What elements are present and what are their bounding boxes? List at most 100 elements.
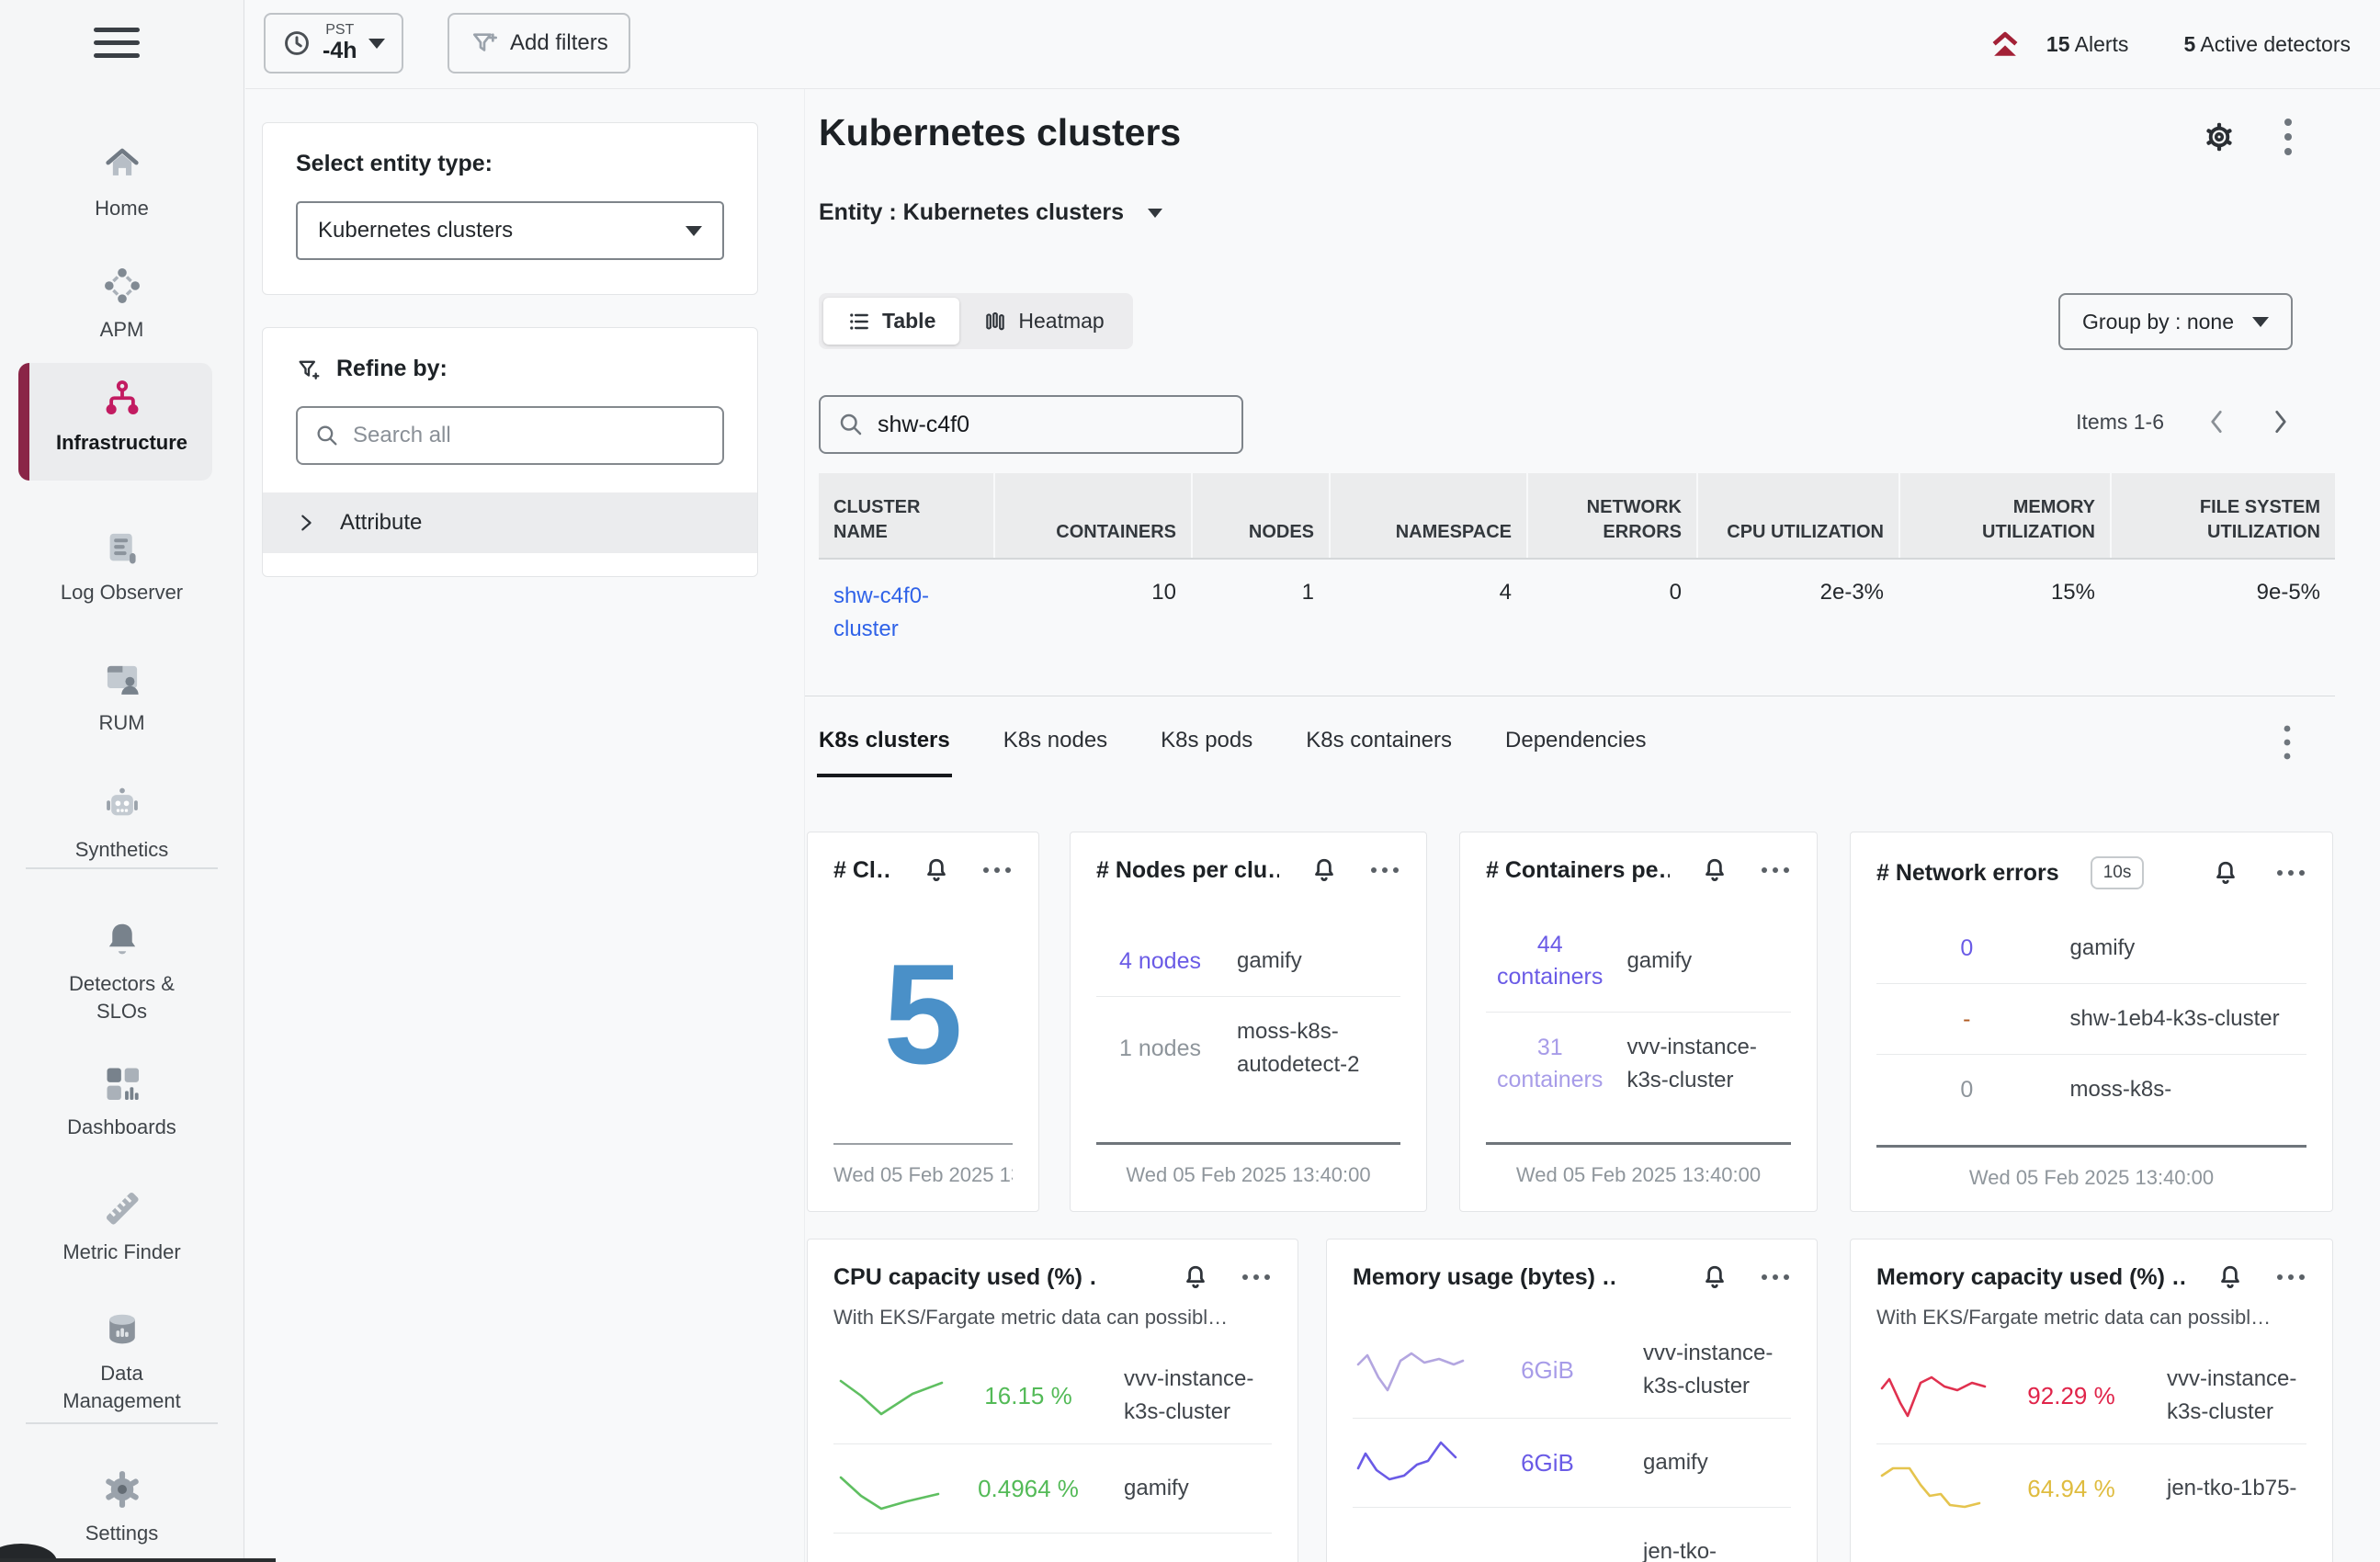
table-view-toggle[interactable]: Table [823, 298, 959, 345]
ellipsis-menu-icon[interactable] [981, 862, 1013, 878]
bell-icon[interactable] [2216, 1263, 2244, 1291]
ellipsis-menu-icon[interactable] [2275, 1269, 2306, 1285]
heatmap-view-toggle[interactable]: Heatmap [959, 298, 1128, 345]
detectors-number: 5 [2183, 32, 2195, 56]
table-toggle-label: Table [882, 309, 935, 334]
ellipsis-menu-icon[interactable] [1241, 1269, 1272, 1285]
column-header[interactable]: NODES [1191, 473, 1329, 558]
sidebar-item-label: Log Observer [61, 579, 183, 606]
cluster-search-input[interactable] [878, 412, 1225, 438]
sidebar-item-rum[interactable]: RUM [0, 643, 244, 750]
chevron-right-icon[interactable] [2269, 406, 2293, 437]
metric-value: 1 nodes [1096, 1033, 1224, 1065]
time-picker-button[interactable]: PST -4h [264, 13, 403, 74]
tab-k8s-nodes[interactable]: K8s nodes [1003, 728, 1107, 777]
sparkline [833, 1459, 951, 1518]
metric-value-link[interactable]: 4 nodes [1096, 945, 1224, 978]
sparkline-row [833, 1533, 1272, 1562]
group-by-select[interactable]: Group by : none [2058, 293, 2293, 350]
refine-search-input[interactable] [353, 423, 706, 448]
card-timestamp: Wed 05 Feb 2025 13:40:00 [833, 1145, 1013, 1187]
nodes-cell: 1 [1191, 560, 1329, 666]
column-header[interactable]: NAMESPACE [1329, 473, 1526, 558]
metric-value-link[interactable]: 6GiB [1470, 1356, 1625, 1385]
hamburger-menu-icon[interactable] [94, 28, 140, 66]
sparkline-row: 64.94 % jen-tko-1b75- [1876, 1443, 2306, 1533]
add-filters-button[interactable]: Add filters [448, 13, 630, 74]
tab-k8s-clusters[interactable]: K8s clusters [819, 728, 950, 777]
column-header[interactable]: NETWORK ERRORS [1526, 473, 1696, 558]
metric-value: - [1876, 1003, 2057, 1036]
column-header[interactable]: FILE SYSTEM UTILIZATION [2110, 473, 2335, 558]
sidebar-item-log-observer[interactable]: Log Observer [0, 513, 244, 619]
sparkline [1876, 1366, 1994, 1425]
cluster-count-value: 5 [833, 884, 1013, 1143]
active-detectors-count[interactable]: 5 Active detectors [2183, 32, 2351, 57]
sidebar-item-apm[interactable]: APM [0, 250, 244, 357]
ellipsis-menu-icon[interactable] [2275, 865, 2306, 881]
ellipsis-menu-icon[interactable] [1760, 1269, 1791, 1285]
attribute-expander[interactable]: Attribute [263, 492, 757, 553]
column-header[interactable]: CLUSTER NAME [819, 473, 993, 558]
sidebar-item-synthetics[interactable]: Synthetics [0, 770, 244, 877]
gear-icon[interactable] [2203, 120, 2236, 153]
tabs-kebab-menu-icon[interactable] [2284, 724, 2291, 765]
caret-down-icon [368, 39, 385, 49]
timezone-label: PST [325, 22, 354, 38]
bell-icon[interactable] [1182, 1263, 1209, 1291]
cluster-search [819, 395, 1243, 454]
bell-icon[interactable] [2212, 859, 2239, 887]
data-management-icon [0, 1308, 244, 1353]
chevron-left-icon[interactable] [2204, 406, 2228, 437]
metric-value-link[interactable]: 31 containers [1486, 1032, 1614, 1096]
sidebar-item-home[interactable]: Home [0, 129, 244, 235]
topbar: PST -4h Add filters 15 Alerts 5 Active d… [245, 0, 2380, 89]
metric-value-link[interactable]: 6GiB [1470, 1449, 1625, 1477]
entity-type-select[interactable]: Kubernetes clusters [296, 201, 724, 260]
sparkline-row: 6GiB gamify [1353, 1418, 1791, 1507]
sparkline [833, 1366, 951, 1425]
sidebar-item-settings[interactable]: Settings [0, 1454, 244, 1560]
ellipsis-menu-icon[interactable] [1760, 862, 1791, 878]
column-header[interactable]: MEMORY UTILIZATION [1898, 473, 2110, 558]
sidebar-item-label: APM [100, 316, 144, 344]
alerts-count[interactable]: 15 Alerts [2046, 32, 2129, 57]
entity-selector[interactable]: Entity : Kubernetes clusters [819, 199, 1162, 226]
sidebar-item-data-management[interactable]: Data Management [0, 1294, 244, 1427]
entity-selector-label: Entity : Kubernetes clusters [819, 199, 1124, 226]
sidebar-item-label: Dashboards [67, 1114, 176, 1141]
heatmap-toggle-label: Heatmap [1018, 309, 1104, 334]
metric-value-link[interactable]: 44 containers [1486, 929, 1614, 993]
sidebar-item-detectors-slos[interactable]: Detectors & SLOs [0, 904, 244, 1037]
ellipsis-menu-icon[interactable] [1369, 862, 1400, 878]
sidebar-item-metric-finder[interactable]: Metric Finder [0, 1172, 244, 1279]
alert-severity-icon[interactable] [1988, 28, 2023, 62]
column-header[interactable]: CPU UTILIZATION [1696, 473, 1898, 558]
metric-row: 1 nodes moss-k8s-autodetect-2 [1096, 996, 1400, 1100]
bell-icon[interactable] [1701, 856, 1728, 884]
namespace-cell: 4 [1329, 560, 1526, 666]
cluster-name-link[interactable]: shw-c4f0-cluster [833, 580, 955, 646]
bell-icon[interactable] [923, 856, 950, 884]
entity-type-value: Kubernetes clusters [318, 218, 513, 243]
memory-utilization-cell: 15% [1898, 560, 2110, 666]
detail-tabs-block: K8s clusters K8s nodes K8s pods K8s cont… [805, 696, 2335, 777]
metric-row: 0 moss-k8s- [1876, 1054, 2306, 1125]
tab-k8s-pods[interactable]: K8s pods [1161, 728, 1252, 777]
metric-row: 0 gamify [1876, 913, 2306, 983]
tab-dependencies[interactable]: Dependencies [1505, 728, 1646, 777]
column-header[interactable]: CONTAINERS [993, 473, 1191, 558]
detectors-label: Active detectors [2200, 32, 2351, 56]
metric-value-link[interactable]: 0 [1876, 933, 2057, 965]
search-icon [314, 423, 340, 448]
sidebar-item-label: Synthetics [75, 836, 169, 864]
kebab-menu-icon[interactable] [2284, 117, 2293, 157]
infrastructure-icon [0, 378, 244, 422]
sidebar-item-infrastructure[interactable]: Infrastructure [0, 363, 244, 481]
table-header-row: CLUSTER NAME CONTAINERS NODES NAMESPACE … [819, 473, 2335, 558]
card-title: Memory capacity used (%) … [1876, 1264, 2185, 1291]
bell-icon[interactable] [1701, 1263, 1728, 1291]
bell-icon[interactable] [1310, 856, 1338, 884]
tab-k8s-containers[interactable]: K8s containers [1306, 728, 1452, 777]
sidebar-item-dashboards[interactable]: Dashboards [0, 1047, 244, 1154]
